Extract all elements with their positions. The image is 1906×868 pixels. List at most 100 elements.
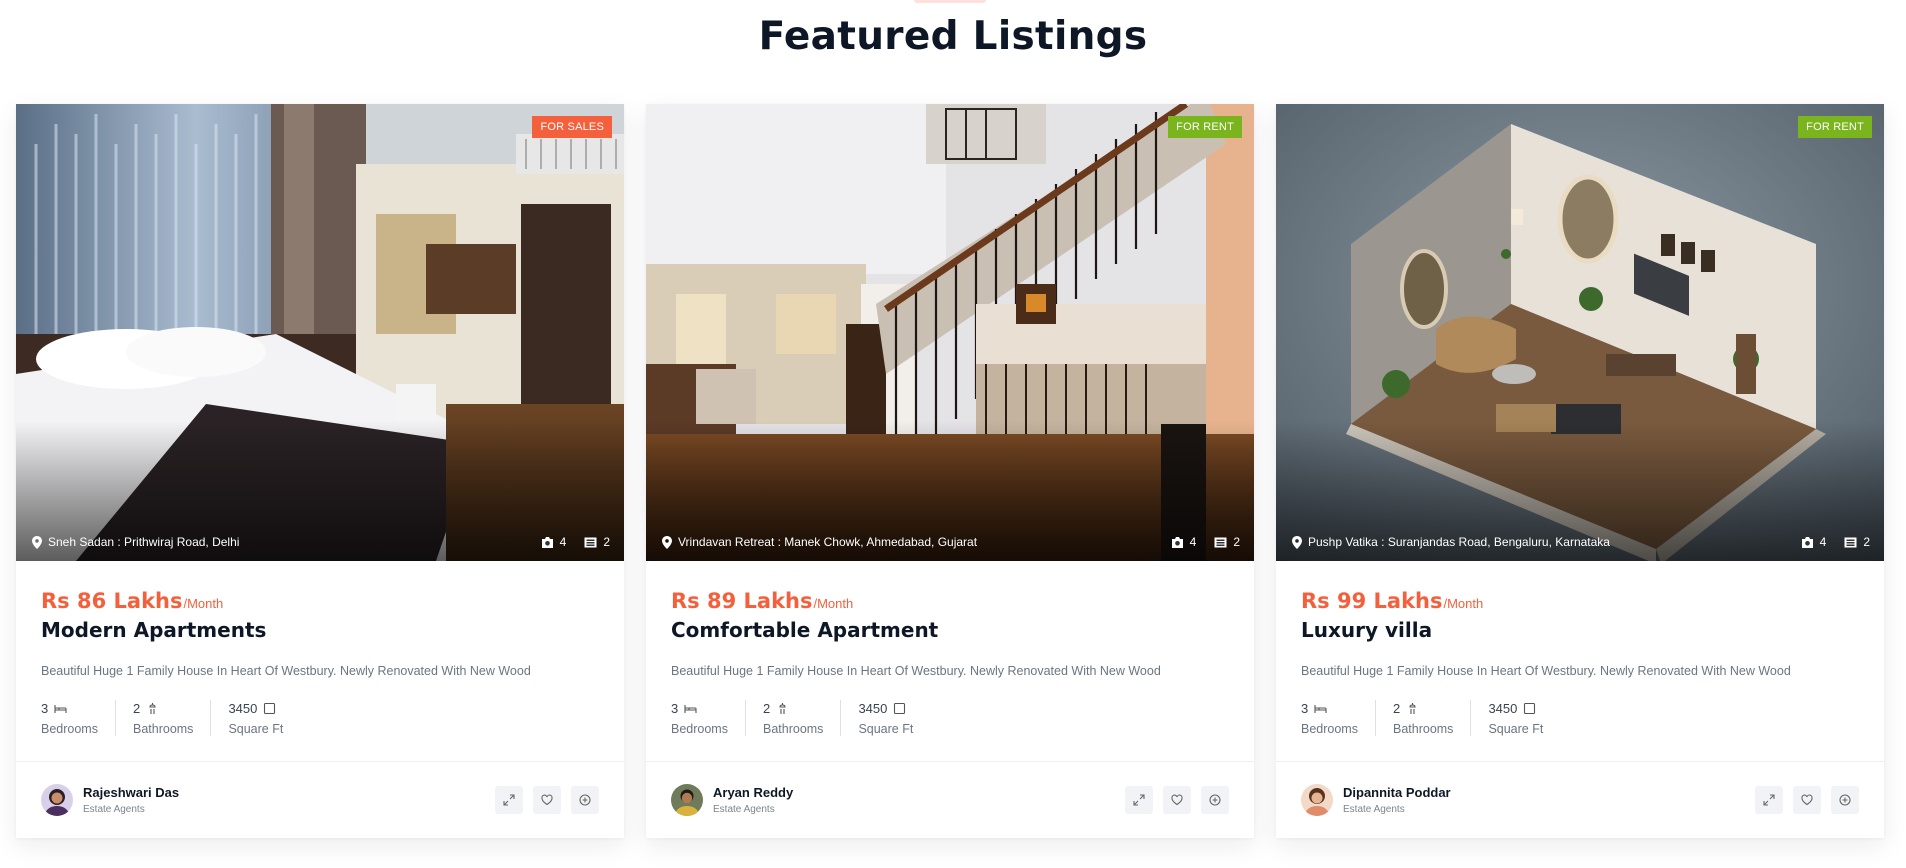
agent-info: Dipannita Poddar Estate Agents <box>1343 785 1451 815</box>
listing-image[interactable]: FOR SALES Sneh Sadan : Prithwiraj Road, … <box>16 104 624 561</box>
expand-icon <box>503 794 515 806</box>
video-icon <box>584 537 597 547</box>
shower-icon <box>149 703 156 714</box>
listing-image[interactable]: FOR RENT Vrindavan Retreat : Manek Chowk… <box>646 104 1254 561</box>
media-counts: 4 2 <box>541 535 610 549</box>
location-text: Pushp Vatika : Suranjandas Road, Bengalu… <box>1308 535 1610 549</box>
location-text: Vrindavan Retreat : Manek Chowk, Ahmedab… <box>678 535 978 549</box>
bedrooms-label: Bedrooms <box>1301 722 1358 736</box>
feature-area: 3450 Square Ft <box>1470 700 1560 736</box>
compare-button[interactable] <box>571 786 599 814</box>
avatar[interactable] <box>671 784 703 816</box>
favorite-button[interactable] <box>1793 786 1821 814</box>
area-label: Square Ft <box>228 722 284 736</box>
plus-circle-icon <box>1209 794 1221 806</box>
feature-bathrooms: 2 Bathrooms <box>114 700 210 736</box>
area-value: 3450 <box>228 701 258 716</box>
agent-role: Estate Agents <box>713 804 775 815</box>
agent-role: Estate Agents <box>83 804 145 815</box>
favorite-button[interactable] <box>533 786 561 814</box>
compare-button[interactable] <box>1201 786 1229 814</box>
listing-description: Beautiful Huge 1 Family House In Heart O… <box>671 664 1161 678</box>
photo-count: 4 <box>1189 535 1197 549</box>
listing-title[interactable]: Comfortable Apartment <box>671 618 1229 642</box>
price-period: /Month <box>813 596 854 611</box>
area-value: 3450 <box>1488 701 1518 716</box>
feature-bedrooms: 3 Bedrooms <box>671 700 745 736</box>
square-icon <box>264 703 276 714</box>
favorite-button[interactable] <box>1163 786 1191 814</box>
status-badge: FOR SALES <box>532 116 612 138</box>
price-period: /Month <box>1443 596 1484 611</box>
heart-icon <box>1171 794 1183 806</box>
listing-title[interactable]: Modern Apartments <box>41 618 599 642</box>
map-pin-icon <box>662 535 672 549</box>
map-pin-icon <box>32 535 42 549</box>
bed-icon <box>54 705 67 713</box>
plus-circle-icon <box>579 794 591 806</box>
square-icon <box>1524 703 1536 714</box>
camera-icon <box>1801 536 1813 548</box>
listing-image[interactable]: FOR RENT Pushp Vatika : Suranjandas Road… <box>1276 104 1884 561</box>
price-period: /Month <box>183 596 224 611</box>
avatar[interactable] <box>41 784 73 816</box>
video-count: 2 <box>1863 535 1870 549</box>
price-amount: Rs 89 Lakhs <box>671 589 813 613</box>
listing-location: Vrindavan Retreat : Manek Chowk, Ahmedab… <box>662 535 977 549</box>
bedrooms-count: 3 <box>41 701 49 716</box>
price-amount: Rs 86 Lakhs <box>41 589 183 613</box>
listing-body: Rs 99 Lakhs/Month Luxury villa Beautiful… <box>1276 561 1884 762</box>
agent-info: Aryan Reddy Estate Agents <box>713 785 793 815</box>
area-label: Square Ft <box>858 722 914 736</box>
expand-icon <box>1133 794 1145 806</box>
avatar[interactable] <box>1301 784 1333 816</box>
expand-button[interactable] <box>1755 786 1783 814</box>
listing-price: Rs 99 Lakhs/Month <box>1301 589 1859 613</box>
expand-button[interactable] <box>495 786 523 814</box>
bed-icon <box>1314 705 1327 713</box>
area-value: 3450 <box>858 701 888 716</box>
status-badge: FOR RENT <box>1798 116 1872 138</box>
listing-card[interactable]: FOR SALES Sneh Sadan : Prithwiraj Road, … <box>16 104 624 838</box>
bathrooms-count: 2 <box>1392 701 1401 716</box>
agent-row: Aryan Reddy Estate Agents <box>646 762 1254 838</box>
bathrooms-label: Bathrooms <box>762 722 824 736</box>
feature-area: 3450 Square Ft <box>840 700 930 736</box>
listing-price: Rs 86 Lakhs/Month <box>41 589 599 613</box>
agent-name[interactable]: Aryan Reddy <box>713 785 793 800</box>
photo-count: 4 <box>1819 535 1827 549</box>
square-icon <box>894 703 906 714</box>
media-counts: 4 2 <box>1801 535 1870 549</box>
camera-icon <box>541 536 553 548</box>
listing-location: Pushp Vatika : Suranjandas Road, Bengalu… <box>1292 535 1610 549</box>
bedrooms-label: Bedrooms <box>41 722 98 736</box>
listing-body: Rs 89 Lakhs/Month Comfortable Apartment … <box>646 561 1254 762</box>
video-icon <box>1844 537 1857 547</box>
heart-icon <box>1801 794 1813 806</box>
bedrooms-count: 3 <box>1301 701 1309 716</box>
video-count: 2 <box>603 535 610 549</box>
card-actions <box>1125 786 1229 814</box>
compare-button[interactable] <box>1831 786 1859 814</box>
listing-description: Beautiful Huge 1 Family House In Heart O… <box>1301 664 1791 678</box>
listing-card[interactable]: FOR RENT Vrindavan Retreat : Manek Chowk… <box>646 104 1254 838</box>
listing-description: Beautiful Huge 1 Family House In Heart O… <box>41 664 531 678</box>
agent-name[interactable]: Dipannita Poddar <box>1343 785 1451 800</box>
expand-button[interactable] <box>1125 786 1153 814</box>
location-text: Sneh Sadan : Prithwiraj Road, Delhi <box>48 535 240 549</box>
status-badge: FOR RENT <box>1168 116 1242 138</box>
section-accent-bar <box>914 0 986 3</box>
agent-name[interactable]: Rajeshwari Das <box>83 785 179 800</box>
feature-area: 3450 Square Ft <box>210 700 300 736</box>
expand-icon <box>1763 794 1775 806</box>
bathrooms-label: Bathrooms <box>132 722 194 736</box>
feature-bathrooms: 2 Bathrooms <box>744 700 840 736</box>
listings-grid: FOR SALES Sneh Sadan : Prithwiraj Road, … <box>16 104 1886 838</box>
listing-card[interactable]: FOR RENT Pushp Vatika : Suranjandas Road… <box>1276 104 1884 838</box>
area-label: Square Ft <box>1488 722 1544 736</box>
photo-count: 4 <box>559 535 567 549</box>
plus-circle-icon <box>1839 794 1851 806</box>
bedrooms-label: Bedrooms <box>671 722 728 736</box>
listing-title[interactable]: Luxury villa <box>1301 618 1859 642</box>
map-pin-icon <box>1292 535 1302 549</box>
